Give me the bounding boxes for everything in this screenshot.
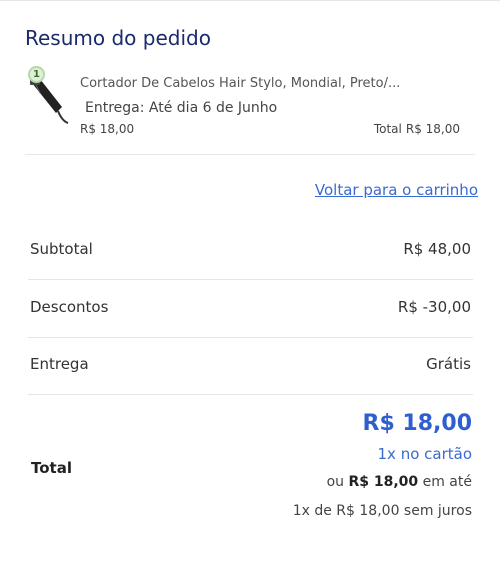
top-divider	[0, 0, 500, 1]
back-to-cart-link[interactable]: Voltar para o carrinho	[315, 181, 478, 199]
quantity-badge: 1	[28, 66, 45, 83]
delivery-estimate: Entrega: Até dia 6 de Junho	[85, 100, 278, 116]
shipping-value: Grátis	[426, 355, 471, 373]
product-name[interactable]: Cortador De Cabelos Hair Stylo, Mondial,…	[80, 76, 400, 91]
item-total-label: Total	[373, 122, 402, 136]
shipping-label: Entrega	[30, 355, 89, 373]
payment-option-text: ou R$ 18,00 em até	[327, 474, 472, 490]
order-summary-panel: Resumo do pedido 1 Cortador De Cabelos H…	[0, 0, 500, 570]
cart-item: 1 Cortador De Cabelos Hair Stylo, Mondia…	[22, 63, 467, 143]
discount-row: Descontos R$ -30,00	[28, 280, 473, 338]
total-amount: R$ 18,00	[362, 411, 473, 436]
shipping-row: Entrega Grátis	[28, 337, 473, 395]
subtotal-value: R$ 48,00	[403, 240, 471, 258]
discount-label: Descontos	[30, 298, 109, 316]
divider	[25, 154, 475, 155]
discount-value: R$ -30,00	[397, 298, 471, 316]
installments-info: 1x de R$ 18,00 sem juros	[292, 503, 472, 519]
subtotal-row: Subtotal R$ 48,00	[28, 222, 473, 280]
page-title: Resumo do pedido	[25, 26, 211, 50]
item-total-value: R$ 18,00	[405, 122, 460, 136]
or-amount: R$ 18,00	[348, 474, 419, 490]
or-suffix: em até	[422, 474, 472, 490]
item-total: Total R$ 18,00	[370, 122, 460, 136]
unit-price: R$ 18,00	[80, 122, 135, 136]
subtotal-label: Subtotal	[30, 240, 93, 258]
or-prefix: ou	[326, 474, 345, 490]
card-payment-info: 1x no cartão	[377, 445, 473, 463]
total-label: Total	[31, 459, 72, 477]
product-thumbnail[interactable]: 1	[22, 63, 72, 133]
